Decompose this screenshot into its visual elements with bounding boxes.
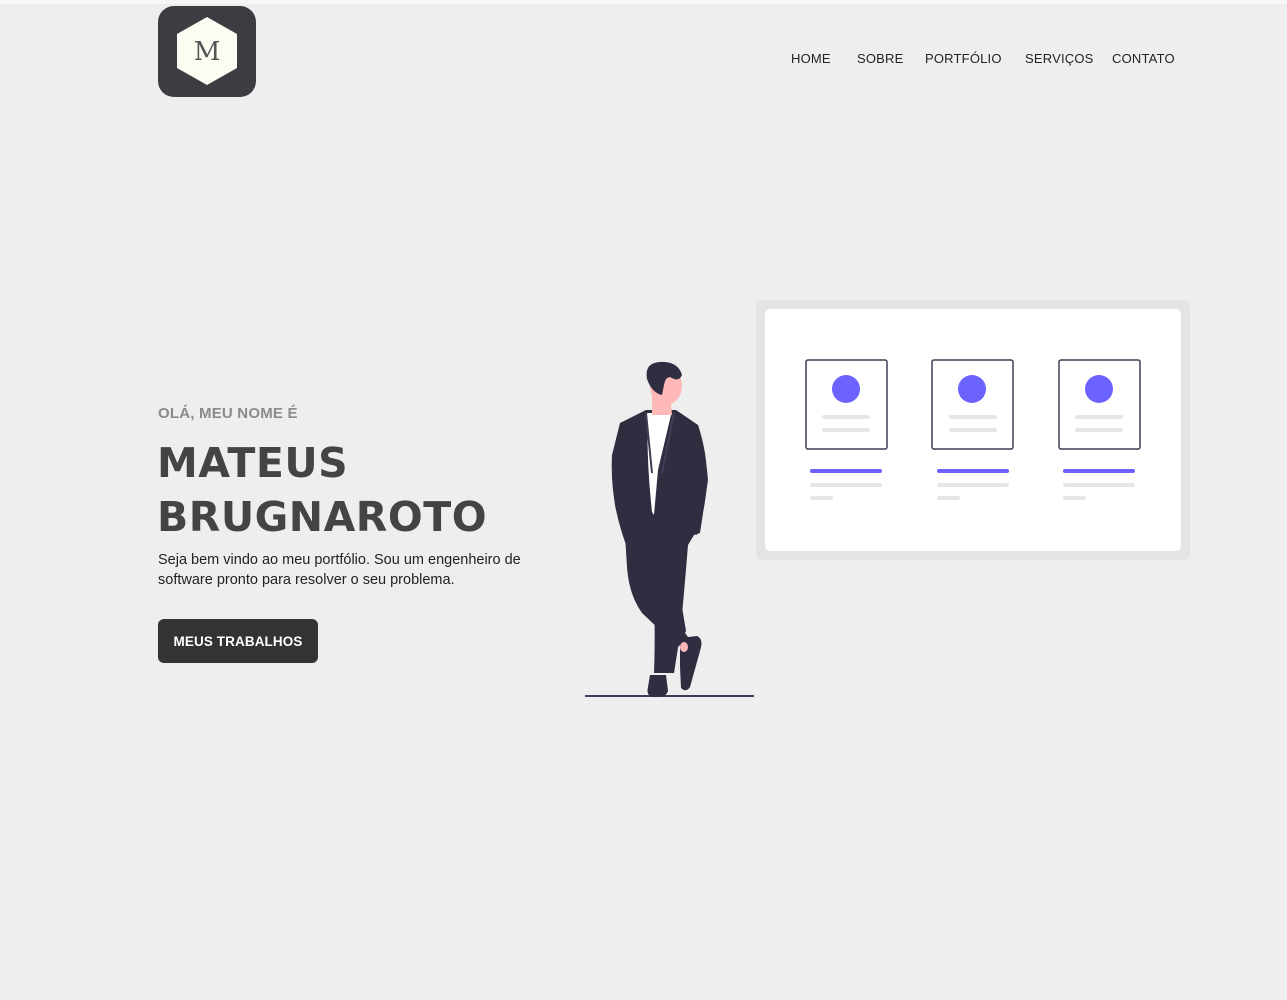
avatar-icon [832,375,860,403]
hero-name-line2: BRUGNAROTO [157,493,488,541]
hero-eyebrow: OLÁ, MEU NOME É [158,405,298,422]
main-nav: HOME SOBRE PORTFÓLIO SERVIÇOS CONTATO [0,51,1287,69]
nav-link-contato[interactable]: CONTATO [1112,51,1175,66]
hero-name-line1: MATEUS [157,439,349,487]
my-works-button[interactable]: MEUS TRABALHOS [158,619,318,663]
nav-link-servicos[interactable]: SERVIÇOS [1025,51,1094,66]
avatar-icon [1085,375,1113,403]
nav-link-portfolio[interactable]: PORTFÓLIO [925,51,1002,66]
top-strip [0,0,1287,4]
man-figure [585,361,754,697]
nav-link-home[interactable]: HOME [791,51,831,66]
nav-link-sobre[interactable]: SOBRE [857,51,904,66]
portfolio-illustration [585,300,1190,697]
hero-name: MATEUS BRUGNAROTO [157,436,487,544]
avatar-icon [958,375,986,403]
hero-intro: Seja bem vindo ao meu portfólio. Sou um … [158,552,521,588]
